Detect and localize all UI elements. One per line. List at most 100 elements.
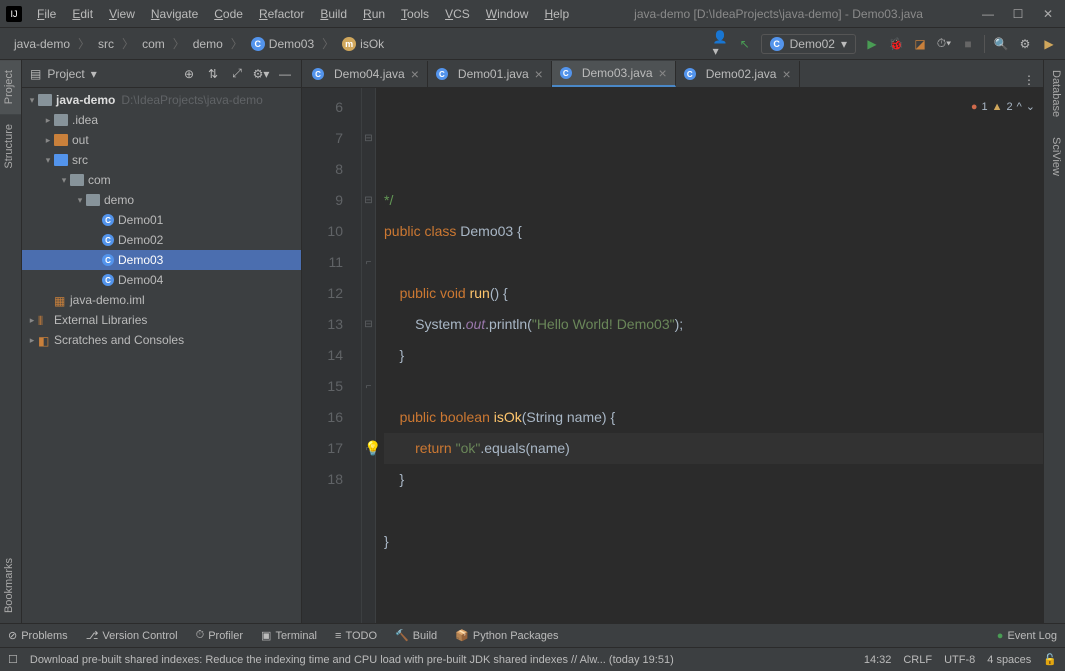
tree-demo[interactable]: ▾demo xyxy=(22,190,301,210)
tree-file-demo02[interactable]: CDemo02 xyxy=(22,230,301,250)
project-icon: ▤ xyxy=(30,67,41,81)
tab-label: Demo02.java xyxy=(706,67,777,81)
tree-root[interactable]: ▾ java-demo D:\IdeaProjects\java-demo xyxy=(22,90,301,110)
minimize-button[interactable]: — xyxy=(981,7,995,21)
menu-tools[interactable]: Tools xyxy=(394,4,436,24)
lock-icon[interactable]: 🔓 xyxy=(1043,653,1057,666)
user-icon[interactable]: 👤▾ xyxy=(713,36,729,52)
left-tab-project[interactable]: Project xyxy=(0,60,21,114)
tree-com[interactable]: ▾com xyxy=(22,170,301,190)
tree-out[interactable]: ▸out xyxy=(22,130,301,150)
hide-panel-icon[interactable]: — xyxy=(277,66,293,82)
project-panel: ▤ Project ▾ ⊕ ⇅ ⤢ ⚙▾ — ▾ java-demo D:\Id… xyxy=(22,60,302,623)
editor-tab[interactable]: CDemo04.java× xyxy=(304,61,428,87)
run-button[interactable]: ▶ xyxy=(864,36,880,52)
tree-iml[interactable]: ▦java-demo.iml xyxy=(22,290,301,310)
bottom-tool-profiler[interactable]: ⏱Profiler xyxy=(196,629,243,642)
class-icon: C xyxy=(436,68,448,80)
rollback-icon[interactable]: ↖ xyxy=(737,36,753,52)
window-controls: — ☐ ✕ xyxy=(981,7,1059,21)
menu-run[interactable]: Run xyxy=(356,4,392,24)
breadcrumb-item[interactable]: misOk xyxy=(336,35,390,53)
coverage-button[interactable]: ◪ xyxy=(912,36,928,52)
status-enc[interactable]: UTF-8 xyxy=(944,654,975,666)
chevron-down-icon: ▾ xyxy=(91,67,97,81)
menu-help[interactable]: Help xyxy=(537,4,576,24)
panel-title-dropdown[interactable]: ▤ Project ▾ xyxy=(30,67,173,81)
menu-bar: FileEditViewNavigateCodeRefactorBuildRun… xyxy=(30,4,576,24)
breadcrumb-item[interactable]: com xyxy=(136,35,171,53)
editor-tab[interactable]: CDemo01.java× xyxy=(428,61,552,87)
right-tab-sciview[interactable]: SciView xyxy=(1044,127,1065,186)
tree-file-demo03[interactable]: CDemo03 xyxy=(22,250,301,270)
select-opened-icon[interactable]: ⊕ xyxy=(181,66,197,82)
search-icon[interactable]: 🔍 xyxy=(993,36,1009,52)
breadcrumb-item[interactable]: java-demo xyxy=(8,35,76,53)
bottom-tool-todo[interactable]: ≡TODO xyxy=(335,630,377,642)
editor-tab[interactable]: CDemo02.java× xyxy=(676,61,800,87)
run-config-select[interactable]: C Demo02 ▾ xyxy=(761,34,856,54)
tab-menu-icon[interactable]: ⋮ xyxy=(1015,73,1043,87)
right-tab-database[interactable]: Database xyxy=(1044,60,1065,127)
breadcrumb-item[interactable]: src xyxy=(92,35,120,53)
event-log[interactable]: ●Event Log xyxy=(997,630,1057,642)
close-tab-icon[interactable]: × xyxy=(659,65,667,81)
tool-icon: ≡ xyxy=(335,630,341,642)
tab-label: Demo04.java xyxy=(334,67,405,81)
menu-refactor[interactable]: Refactor xyxy=(252,4,311,24)
tree-file-demo04[interactable]: CDemo04 xyxy=(22,270,301,290)
code-editor[interactable]: 6789101112131415161718 ⊟⊟⌐⊟⌐⌐ ●1 ▲2 ^ ⌄ … xyxy=(302,88,1043,623)
status-indent[interactable]: 4 spaces xyxy=(987,654,1031,666)
status-pos[interactable]: 14:32 xyxy=(864,654,892,666)
tree-ext-lib[interactable]: ▸⫴External Libraries xyxy=(22,310,301,330)
panel-settings-icon[interactable]: ⚙▾ xyxy=(253,66,269,82)
main-area: Project Structure Bookmarks ▤ Project ▾ … xyxy=(0,60,1065,623)
tree-file-demo01[interactable]: CDemo01 xyxy=(22,210,301,230)
debug-button[interactable]: 🐞 xyxy=(888,36,904,52)
bottom-tool-python-packages[interactable]: 📦Python Packages xyxy=(455,629,558,642)
status-message[interactable]: Download pre-built shared indexes: Reduc… xyxy=(30,654,852,666)
profile-button[interactable]: ⏱▾ xyxy=(936,36,952,52)
left-tool-strip: Project Structure Bookmarks xyxy=(0,60,22,623)
close-tab-icon[interactable]: × xyxy=(782,66,790,82)
maximize-button[interactable]: ☐ xyxy=(1011,7,1025,21)
stop-button[interactable]: ■ xyxy=(960,36,976,52)
status-icon[interactable]: ☐ xyxy=(8,653,18,666)
close-tab-icon[interactable]: × xyxy=(535,66,543,82)
code-content[interactable]: ●1 ▲2 ^ ⌄ */public class Demo03 { public… xyxy=(376,88,1043,623)
menu-view[interactable]: View xyxy=(102,4,142,24)
menu-window[interactable]: Window xyxy=(479,4,536,24)
collapse-all-icon[interactable]: ⤢ xyxy=(229,66,245,82)
left-tab-structure[interactable]: Structure xyxy=(0,114,21,179)
menu-edit[interactable]: Edit xyxy=(65,4,100,24)
menu-vcs[interactable]: VCS xyxy=(438,4,477,24)
tree-src[interactable]: ▾src xyxy=(22,150,301,170)
expand-all-icon[interactable]: ⇅ xyxy=(205,66,221,82)
menu-code[interactable]: Code xyxy=(207,4,250,24)
menu-file[interactable]: File xyxy=(30,4,63,24)
bottom-tool-build[interactable]: 🔨Build xyxy=(395,629,437,642)
bottom-tool-terminal[interactable]: ▣Terminal xyxy=(261,629,317,642)
settings-icon[interactable]: ⚙ xyxy=(1017,36,1033,52)
menu-navigate[interactable]: Navigate xyxy=(144,4,205,24)
editor-tab[interactable]: CDemo03.java× xyxy=(552,61,676,87)
title-bar: IJ FileEditViewNavigateCodeRefactorBuild… xyxy=(0,0,1065,28)
bottom-tool-problems[interactable]: ⊘Problems xyxy=(8,629,68,642)
bottom-tool-version-control[interactable]: ⎇Version Control xyxy=(86,629,178,642)
chevron-up-icon[interactable]: ^ xyxy=(1017,92,1022,123)
status-sep[interactable]: CRLF xyxy=(903,654,932,666)
dropdown-icon: ▾ xyxy=(841,37,847,51)
close-tab-icon[interactable]: × xyxy=(411,66,419,82)
class-icon: C xyxy=(102,214,114,226)
learn-icon[interactable]: ▶ xyxy=(1041,36,1057,52)
tree-idea[interactable]: ▸.idea xyxy=(22,110,301,130)
chevron-down-icon[interactable]: ⌄ xyxy=(1026,92,1035,123)
menu-build[interactable]: Build xyxy=(313,4,354,24)
tree-scratches[interactable]: ▸◧Scratches and Consoles xyxy=(22,330,301,350)
inspection-widget[interactable]: ●1 ▲2 ^ ⌄ xyxy=(971,92,1035,123)
breadcrumb: java-demo〉src〉com〉demo〉CDemo03〉misOk xyxy=(8,35,713,53)
breadcrumb-item[interactable]: demo xyxy=(187,35,229,53)
left-tab-bookmarks[interactable]: Bookmarks xyxy=(0,548,21,623)
close-button[interactable]: ✕ xyxy=(1041,7,1055,21)
breadcrumb-item[interactable]: CDemo03 xyxy=(245,35,320,53)
